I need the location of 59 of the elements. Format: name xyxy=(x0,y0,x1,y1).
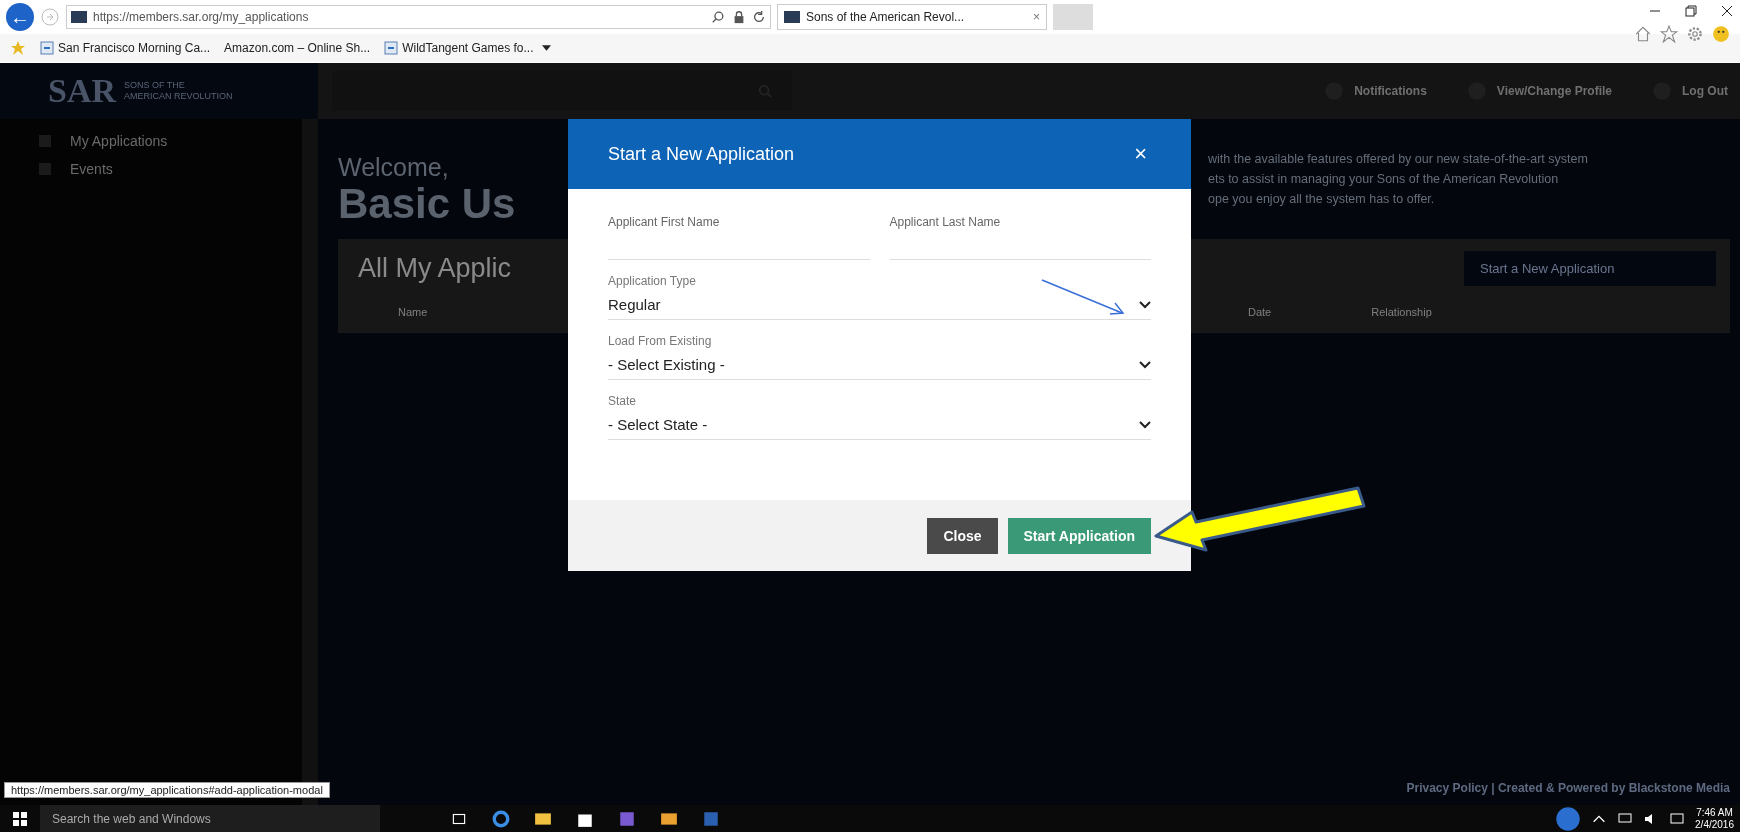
star-icon[interactable] xyxy=(1660,25,1678,43)
tab-close-button[interactable]: × xyxy=(1033,10,1040,24)
welcome-text: Welcome, xyxy=(338,153,450,182)
url-text: https://members.sar.org/my_applications xyxy=(93,10,310,24)
status-url: https://members.sar.org/my_applications#add-application-modal xyxy=(4,782,330,798)
close-icon[interactable] xyxy=(1720,4,1734,18)
browser-tab[interactable]: Sons of the American Revol... × xyxy=(777,4,1047,30)
lock-icon[interactable] xyxy=(732,10,746,24)
footer-text: Privacy Policy | Created & Powered by Blackstone Media xyxy=(1406,781,1730,797)
chevron-down-icon xyxy=(1139,360,1151,369)
favorites-star-icon[interactable] xyxy=(10,40,26,56)
windows-start-icon[interactable] xyxy=(12,810,28,827)
name-input-field[interactable]: Applicant Last Name xyxy=(889,211,1151,260)
search-icon[interactable] xyxy=(710,10,726,24)
card-title: All My Applic xyxy=(358,252,513,284)
caret-icon[interactable] xyxy=(541,45,551,51)
refresh-icon[interactable] xyxy=(752,10,766,24)
sidebar-item[interactable]: Events xyxy=(0,157,302,185)
back-button[interactable]: ← xyxy=(6,3,34,31)
field-label: Application Type xyxy=(608,274,697,288)
column-header: Date xyxy=(1248,306,1272,318)
favorite-link[interactable]: Amazon.com – Online Sh... xyxy=(224,41,371,55)
app-icon[interactable] xyxy=(618,809,636,828)
clock-time[interactable]: 7:46 AM xyxy=(1696,806,1733,819)
name-input-field[interactable]: Applicant First Name xyxy=(608,211,870,260)
taskbar-search-field[interactable]: Search the web and Windows xyxy=(40,805,380,832)
chevron-down-icon xyxy=(1139,420,1151,429)
address-bar[interactable]: https://members.sar.org/my_applications xyxy=(66,5,771,29)
column-header: Name xyxy=(398,306,428,318)
user-name: Basic Us xyxy=(338,180,517,228)
close-button[interactable]: Close xyxy=(927,517,998,554)
favorite-link[interactable]: San Francisco Morning Ca... xyxy=(40,41,211,55)
dropdown[interactable]: - Select Existing - xyxy=(608,348,1151,380)
dropdown[interactable]: Regular xyxy=(608,288,1151,320)
start-button[interactable]: Start Application xyxy=(1007,517,1151,554)
favorite-link[interactable]: WildTangent Games fo... xyxy=(384,41,534,55)
intro-paragraph: with the available features offered by our new state-of-the-art system ets to assist in managing your Sons of the American Revolution ope you enjoy all the system has to offer. xyxy=(1208,151,1589,208)
nav-link[interactable]: Log Out xyxy=(1652,81,1728,101)
close-button[interactable]: × xyxy=(1130,137,1151,171)
nav-link[interactable]: View/Change Profile xyxy=(1466,81,1612,101)
sidebar-item[interactable]: My Applications xyxy=(0,129,302,157)
page-icon xyxy=(40,41,54,55)
restore-icon[interactable] xyxy=(1684,4,1698,18)
logo-text: SAR xyxy=(48,72,117,110)
smiley-icon[interactable] xyxy=(1712,25,1730,43)
field-label: Load From Existing xyxy=(608,334,713,348)
start-application-button[interactable]: Start a New Application xyxy=(1464,250,1716,286)
field-label: State xyxy=(608,394,638,408)
column-header: Relationship xyxy=(1371,306,1432,318)
page-icon xyxy=(384,41,399,55)
logo-subtitle: SONS OF THE AMERICAN REVOLUTION xyxy=(124,80,233,102)
nav-link[interactable]: Notifications xyxy=(1324,81,1427,101)
clock-date[interactable]: 2/4/2016 xyxy=(1695,818,1734,831)
settings-icon[interactable] xyxy=(1686,25,1704,43)
modal-title: Start a New Application xyxy=(608,143,795,165)
home-icon[interactable] xyxy=(1634,25,1652,43)
dropdown[interactable]: - Select State - xyxy=(608,408,1151,440)
tab-title: Sons of the American Revol... xyxy=(806,10,966,24)
chevron-down-icon xyxy=(1139,300,1151,309)
